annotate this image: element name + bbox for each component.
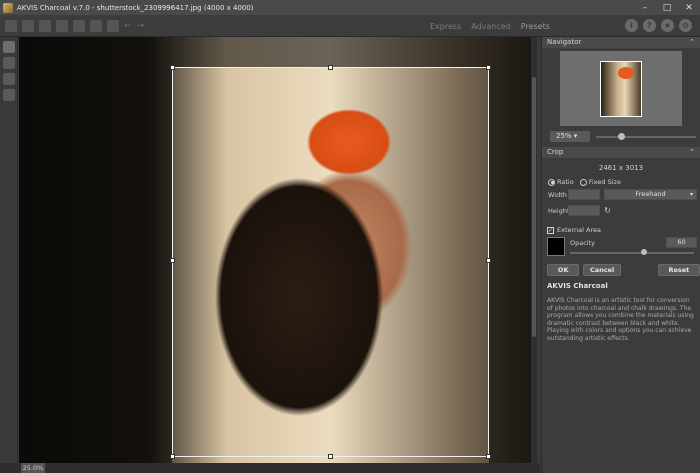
swap-orientation-icon[interactable]: ↻ <box>604 206 613 215</box>
info-icon[interactable]: i <box>625 19 638 32</box>
view-icon[interactable] <box>3 41 15 53</box>
external-area-label: External Area <box>557 226 601 234</box>
zoom-status: 25.0% <box>21 463 45 473</box>
fixed-size-label: Fixed Size <box>588 178 621 186</box>
navigator-header[interactable]: Navigator ⌃ <box>542 37 700 48</box>
crop-handle-right[interactable] <box>486 258 491 263</box>
ok-button[interactable]: OK <box>547 264 580 276</box>
info-title: AKVIS Charcoal <box>547 282 608 290</box>
height-label: Height <box>548 207 570 215</box>
external-area-color[interactable] <box>547 237 565 256</box>
before-after-icon[interactable] <box>90 19 102 32</box>
opacity-slider[interactable] <box>570 252 694 254</box>
tab-advanced[interactable]: Advanced <box>471 22 511 31</box>
crop-handle-top-right[interactable] <box>486 65 491 70</box>
toolbar-right: i ? ★ ⚙ <box>625 19 692 32</box>
height-row: Height ↻ <box>542 204 700 218</box>
width-input[interactable] <box>568 189 600 200</box>
save-icon[interactable] <box>22 19 34 32</box>
crop-buttons: OK Cancel Reset <box>547 264 700 276</box>
navigator-flower <box>618 67 634 79</box>
crop-handle-top-left[interactable] <box>170 65 175 70</box>
title-bar: AKVIS Charcoal v.7.0 - shutterstock_2309… <box>0 0 700 15</box>
crop-handle-bottom[interactable] <box>328 454 333 459</box>
batch-icon[interactable] <box>73 19 85 32</box>
crop-ratio-value: Freehand <box>635 190 666 198</box>
reset-button[interactable]: Reset <box>657 264 700 276</box>
opacity-row: Opacity 60 <box>542 237 700 259</box>
print-icon[interactable] <box>39 19 51 32</box>
crop-section: Crop ⌃ 2461 x 3013 Ratio Fixed Size Widt… <box>542 147 700 276</box>
hand-icon[interactable] <box>3 73 15 85</box>
scrollbar-thumb[interactable] <box>532 77 536 337</box>
fixed-size-radio[interactable] <box>579 178 587 186</box>
info-text: AKVIS Charcoal is an artistic tool for c… <box>547 297 694 342</box>
navigator-preview[interactable] <box>560 51 682 126</box>
zoom-dropdown[interactable]: 25% ▾ <box>550 131 590 142</box>
crop-handle-bottom-right[interactable] <box>486 454 491 459</box>
collapse-icon[interactable]: ⌃ <box>689 147 695 158</box>
help-icon[interactable]: ? <box>643 19 656 32</box>
status-bar: 25.0% <box>0 463 540 473</box>
close-button[interactable]: ✕ <box>678 0 700 15</box>
chevron-down-icon: ▾ <box>689 191 693 198</box>
crop-mode-radios: Ratio Fixed Size <box>548 178 700 186</box>
image-canvas[interactable] <box>19 37 537 463</box>
background-icon[interactable] <box>107 19 119 32</box>
external-area-row: ✓ External Area <box>547 226 700 234</box>
settings-icon[interactable]: ⚙ <box>679 19 692 32</box>
open-icon[interactable] <box>5 19 17 32</box>
ratio-radio[interactable] <box>548 178 555 186</box>
app-icon <box>3 2 13 13</box>
tab-express[interactable]: Express <box>430 22 461 31</box>
tab-presets[interactable]: Presets <box>521 22 550 31</box>
navigator-title: Navigator <box>547 38 582 46</box>
crop-handle-bottom-left[interactable] <box>170 454 175 459</box>
crop-header[interactable]: Crop ⌃ <box>542 147 700 158</box>
crop-external-area-right <box>489 37 537 463</box>
toolbar: ← → Express Advanced Presets i ? ★ ⚙ <box>0 15 700 37</box>
maximize-button[interactable]: □ <box>656 0 678 15</box>
crop-external-area-left <box>19 37 172 463</box>
width-row: Width Freehand ▾ <box>542 188 700 202</box>
external-area-checkbox[interactable]: ✓ <box>547 226 554 234</box>
redo-icon[interactable]: → <box>137 21 145 31</box>
left-toolbar <box>0 37 18 463</box>
window-controls: – □ ✕ <box>634 0 700 15</box>
zoom-row: 25% ▾ <box>542 130 700 144</box>
crop-handle-top[interactable] <box>328 65 333 70</box>
minimize-button[interactable]: – <box>634 0 656 15</box>
crop-icon[interactable] <box>3 57 15 69</box>
opacity-label: Opacity <box>570 239 596 247</box>
crop-title: Crop <box>547 148 564 156</box>
share-icon[interactable] <box>56 19 68 32</box>
zoom-slider-knob[interactable] <box>618 133 625 140</box>
settings-panel: Navigator ⌃ 25% ▾ Crop ⌃ 2461 x 3013 Rat… <box>541 37 700 473</box>
height-input[interactable] <box>568 205 600 216</box>
width-label: Width <box>548 191 567 199</box>
ratio-label: Ratio <box>557 178 574 186</box>
vertical-scrollbar[interactable] <box>531 37 537 463</box>
crop-frame[interactable] <box>170 65 491 459</box>
zoom-slider[interactable] <box>596 136 696 138</box>
cancel-button[interactable]: Cancel <box>583 264 621 276</box>
crop-external-area-top <box>172 37 489 67</box>
window-title: AKVIS Charcoal v.7.0 - shutterstock_2309… <box>17 3 254 12</box>
opacity-slider-knob[interactable] <box>641 249 647 255</box>
undo-icon[interactable]: ← <box>124 21 132 31</box>
crop-ratio-select[interactable]: Freehand ▾ <box>604 189 697 200</box>
zoom-icon[interactable] <box>3 89 15 101</box>
crop-size: 2461 x 3013 <box>598 164 644 172</box>
favorite-icon[interactable]: ★ <box>661 19 674 32</box>
opacity-input[interactable]: 60 <box>666 237 697 248</box>
mode-tabs: Express Advanced Presets <box>430 15 550 37</box>
crop-handle-left[interactable] <box>170 258 175 263</box>
collapse-icon[interactable]: ⌃ <box>689 37 695 48</box>
